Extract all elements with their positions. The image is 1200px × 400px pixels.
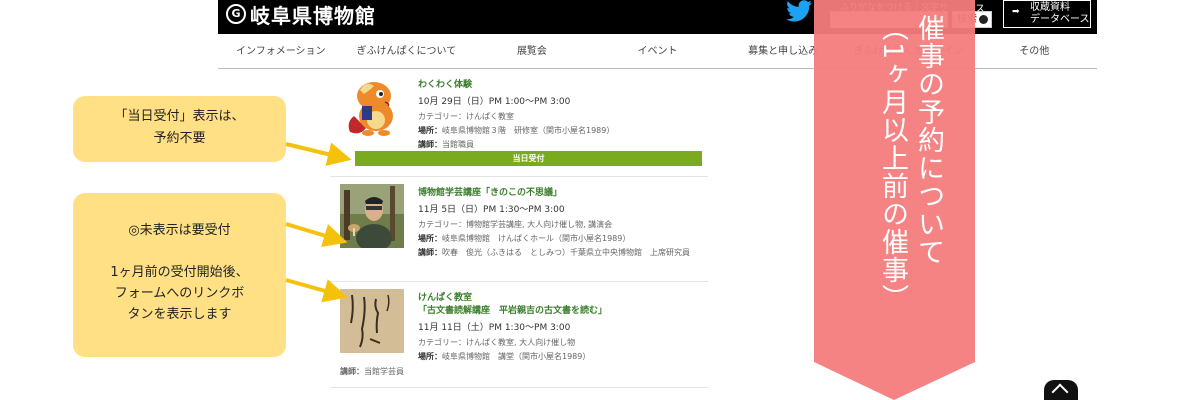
event-date: 11月 11日（土）PM 1:30〜PM 3:00 — [418, 323, 571, 333]
event-category: カテゴリー：博物館学芸講座, 大人向け催し物, 講演会 — [418, 220, 613, 229]
same-day-note-callout: 「当日受付」表示は、 予約不要 — [73, 96, 286, 162]
event-place-label: 場所： — [418, 234, 442, 243]
site-title: 岐阜県博物館 — [250, 3, 376, 28]
event-place-value: 岐阜県博物館３階 研修室（関市小屋名1989） — [442, 126, 615, 135]
twitter-icon[interactable] — [786, 0, 812, 22]
event-title[interactable]: 博物館学芸講座「きのこの不思議」 — [418, 185, 708, 198]
event-lecturer: 講師：吹春 俊光（ふきはる としみつ）千葉県立中央博物館 上席研究員 — [418, 247, 708, 258]
nav-item-exhibitions[interactable]: 展覧会 — [469, 34, 595, 68]
event-lecturer-label: 講師： — [418, 248, 442, 257]
event-place: 場所：岐阜県博物館 けんぱくホール（関市小屋名1989） — [418, 233, 708, 244]
event-lecturer-label: 講師： — [418, 140, 442, 149]
callout-line: タンを表示します — [127, 307, 232, 322]
nav-item-about[interactable]: ぎふけんぱくについて — [344, 34, 470, 68]
archive-button-line1: 収蔵資料 — [1030, 2, 1070, 13]
event-lecturer-label: 講師： — [340, 367, 364, 376]
event-category: カテゴリー：けんぱく教室, 大人向け催し物 — [418, 338, 576, 347]
reservation-note-callout: ◎未表示は要受付 1ヶ月前の受付開始後、 フォームへのリンクボ タンを表示します — [73, 193, 286, 357]
event-details: けんぱく教室 「古文書読解講座 平岩親吉の古文書を読む」 11月 11日（土）P… — [418, 290, 708, 365]
same-day-registration-badge: 当日受付 — [355, 151, 702, 166]
site-logo[interactable]: G 岐阜県博物館 — [226, 0, 376, 28]
old-document-image[interactable] — [340, 289, 404, 353]
event-details: 博物館学芸講座「きのこの不思議」 11月 5日（日）PM 1:30〜PM 3:0… — [418, 185, 708, 261]
callout-line: フォームへのリンクボ — [114, 286, 245, 301]
collection-database-button[interactable]: ➡ 収蔵資料 データベース — [1003, 0, 1091, 28]
event-place-label: 場所： — [418, 352, 442, 361]
arrow-right-icon: ➡ — [1012, 7, 1020, 17]
event-date: 11月 5日（日）PM 1:30〜PM 3:00 — [418, 205, 565, 215]
event-title-sub: 「古文書読解講座 平岩親吉の古文書を読む」 — [418, 306, 608, 316]
back-to-top-button[interactable] — [1044, 380, 1078, 400]
event-title[interactable]: けんぱく教室 「古文書読解講座 平岩親吉の古文書を読む」 — [418, 290, 708, 316]
callout-line: ◎未表示は要受付 — [128, 223, 231, 238]
callout-spacer — [73, 241, 286, 262]
event-place-value: 岐阜県博物館 講堂（関市小屋名1989） — [442, 352, 591, 361]
event-date: 10月 29日（日）PM 1:00〜PM 3:00 — [418, 97, 571, 107]
event-details: わくわく体験 10月 29日（日）PM 1:00〜PM 3:00 カテゴリー：け… — [418, 77, 708, 153]
nav-item-other[interactable]: その他 — [971, 34, 1097, 68]
callout-line: 1ヶ月前の受付開始後、 — [110, 265, 249, 280]
main-navigation: インフォメーション ぎふけんぱくについて 展覧会 イベント 募集と申し込み ぎふ… — [218, 34, 1097, 69]
event-title-main: けんぱく教室 — [418, 293, 473, 303]
nav-item-information[interactable]: インフォメーション — [218, 34, 344, 68]
event-category: カテゴリー：けんぱく教室 — [418, 112, 514, 121]
event-place: 場所：岐阜県博物館３階 研修室（関市小屋名1989） — [418, 125, 708, 136]
arrow-icon — [285, 278, 348, 303]
event-lecturer: 講師：当館職員 — [418, 139, 708, 150]
event-place: 場所：岐阜県博物館 講堂（関市小屋名1989） — [418, 351, 708, 362]
search-button-label: 検索 — [957, 14, 977, 25]
reservation-banner-text: 催事の予約について （1ヶ月以上前の催事） — [877, 14, 944, 313]
mascot-image[interactable] — [340, 76, 404, 140]
callout-line: 「当日受付」表示は、 — [114, 109, 245, 124]
event-item: わくわく体験 10月 29日（日）PM 1:00〜PM 3:00 カテゴリー：け… — [330, 72, 708, 177]
museum-logo-icon: G — [226, 4, 246, 24]
event-lecturer-value: 吹春 俊光（ふきはる としみつ）千葉県立中央博物館 上席研究員 — [442, 248, 690, 257]
event-item: けんぱく教室 「古文書読解講座 平岩親吉の古文書を読む」 11月 11日（土）P… — [330, 285, 708, 388]
site-header: G 岐阜県博物館 ふりがなをつける｜文字サイズ ス 検索 ➡ 収蔵資料 データベ… — [218, 0, 1097, 34]
event-lecturer: 講師：当館学芸員 — [340, 366, 404, 377]
arrow-icon — [285, 222, 348, 248]
event-place-value: 岐阜県博物館 けんぱくホール（関市小屋名1989） — [442, 234, 631, 243]
chevron-up-icon — [1051, 383, 1069, 400]
search-button[interactable]: 検索 — [952, 11, 992, 28]
event-lecturer-value: 当館職員 — [442, 140, 474, 149]
event-item: 博物館学芸講座「きのこの不思議」 11月 5日（日）PM 1:30〜PM 3:0… — [330, 180, 708, 282]
callout-line: 予約不要 — [153, 131, 206, 146]
lecturer-photo[interactable] — [340, 184, 404, 248]
event-place-label: 場所： — [418, 126, 442, 135]
event-title[interactable]: わくわく体験 — [418, 77, 708, 90]
search-icon — [979, 15, 988, 24]
nav-item-events[interactable]: イベント — [595, 34, 721, 68]
event-lecturer-value: 当館学芸員 — [364, 367, 404, 376]
nav-item-applications[interactable]: 募集と申し込み — [720, 34, 846, 68]
archive-button-line2: データベース — [1030, 14, 1090, 25]
